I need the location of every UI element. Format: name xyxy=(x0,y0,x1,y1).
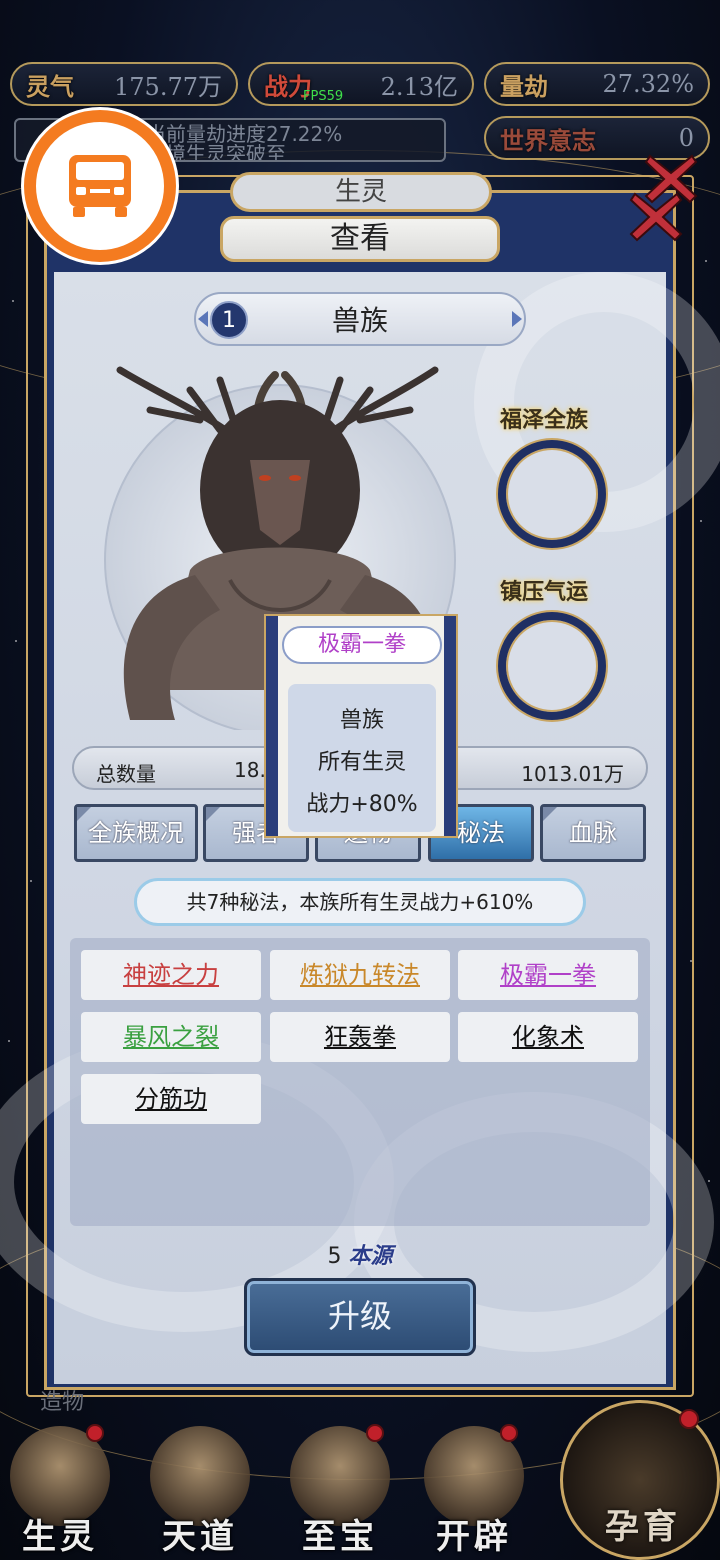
resource-label: 灵气 xyxy=(26,71,74,101)
tab-bloodline[interactable]: 血脉 xyxy=(540,804,646,862)
art-item[interactable]: 化象术 xyxy=(458,1012,638,1062)
panel-title: 查看 xyxy=(220,216,500,262)
notification-dot xyxy=(500,1424,518,1442)
nav-label: 天道 xyxy=(162,1517,238,1557)
tab-label: 全族概况 xyxy=(88,819,184,847)
fps-counter: FPS59 xyxy=(303,89,344,104)
art-tooltip: 极霸一拳 兽族 所有生灵 战力+80% xyxy=(264,614,458,838)
nav-label: 至宝 xyxy=(302,1517,378,1557)
tooltip-line: 所有生灵 xyxy=(317,750,406,775)
truck-icon xyxy=(69,155,131,217)
art-item[interactable]: 极霸一拳 xyxy=(458,950,638,1000)
race-index-badge: 1 xyxy=(210,301,248,339)
tooltip-body: 兽族 所有生灵 战力+80% xyxy=(288,684,436,832)
notification-dot xyxy=(366,1424,384,1442)
art-item[interactable]: 炼狱九转法 xyxy=(270,950,450,1000)
secret-arts-summary: 共7种秘法，本族所有生灵战力+610% xyxy=(134,878,586,926)
nav-treasure[interactable]: 至宝 xyxy=(280,1420,400,1560)
tooltip-border xyxy=(444,616,456,836)
resource-label: 量劫 xyxy=(500,71,548,101)
hint-line: 仙境生灵突破至 xyxy=(146,142,286,162)
resource-label: 世界意志 xyxy=(500,125,596,155)
hint-line: 当前量劫进度27.22% xyxy=(146,122,343,146)
prev-race-arrow-icon[interactable] xyxy=(198,311,208,327)
race-name: 兽族 xyxy=(331,304,388,337)
total-count-label: 总数量 xyxy=(96,762,156,786)
tab-label: 血脉 xyxy=(569,819,617,847)
resource-spirit-qi: 灵气 175.77万 xyxy=(10,62,238,106)
buff-label-fortune-suppression: 镇压气运 xyxy=(500,579,589,605)
close-icon[interactable] xyxy=(625,186,687,248)
total-power-value: 1013.01万 xyxy=(521,762,624,786)
secret-arts-list: 神迹之力 炼狱九转法 极霸一拳 暴风之裂 狂轰拳 化象术 分筋功 xyxy=(70,938,650,1226)
nav-open-world[interactable]: 开辟 xyxy=(414,1420,534,1560)
truck-badge[interactable] xyxy=(24,110,176,262)
upgrade-cost: 5 本源 xyxy=(0,1238,720,1270)
buff-label-clan-blessing: 福泽全族 xyxy=(500,407,589,433)
cost-resource: 本源 xyxy=(348,1243,393,1269)
race-selector[interactable]: 1 兽族 xyxy=(194,292,526,346)
buff-slot[interactable] xyxy=(498,440,606,548)
tab-overview[interactable]: 全族概况 xyxy=(74,804,198,862)
nav-label: 孕育 xyxy=(605,1507,681,1547)
tooltip-line: 兽族 xyxy=(339,708,384,733)
resource-combat-power: 战力 2.13亿 xyxy=(248,62,474,106)
resource-calamity: 量劫 27.32% xyxy=(484,62,710,106)
buff-slot[interactable] xyxy=(498,612,606,720)
cost-amount: 5 xyxy=(327,1244,342,1269)
art-item[interactable]: 暴风之裂 xyxy=(81,1012,261,1062)
resource-value: 27.32% xyxy=(602,70,694,98)
resource-value: 2.13亿 xyxy=(380,72,458,101)
nav-creation-label[interactable]: 造物 xyxy=(40,1384,84,1416)
nav-creatures[interactable]: 生灵 xyxy=(0,1420,120,1560)
next-race-arrow-icon[interactable] xyxy=(512,311,522,327)
art-item[interactable]: 狂轰拳 xyxy=(270,1012,450,1062)
tab-creatures[interactable]: 生灵 xyxy=(230,172,492,212)
upgrade-button[interactable]: 升级 xyxy=(244,1278,476,1356)
notification-dot xyxy=(679,1409,699,1429)
nav-heaven-dao[interactable]: 天道 xyxy=(140,1420,260,1560)
nav-breed[interactable]: 孕育 xyxy=(560,1400,720,1560)
resource-value: 175.77万 xyxy=(114,72,222,101)
tooltip-title: 极霸一拳 xyxy=(282,626,442,664)
notification-dot xyxy=(86,1424,104,1442)
nav-label: 开辟 xyxy=(436,1517,512,1557)
art-item[interactable]: 分筋功 xyxy=(81,1074,261,1124)
art-item[interactable]: 神迹之力 xyxy=(81,950,261,1000)
tab-label: 秘法 xyxy=(457,819,505,847)
tooltip-line: 战力+80% xyxy=(306,792,418,817)
nav-label: 生灵 xyxy=(22,1517,98,1557)
tooltip-border xyxy=(266,616,278,836)
